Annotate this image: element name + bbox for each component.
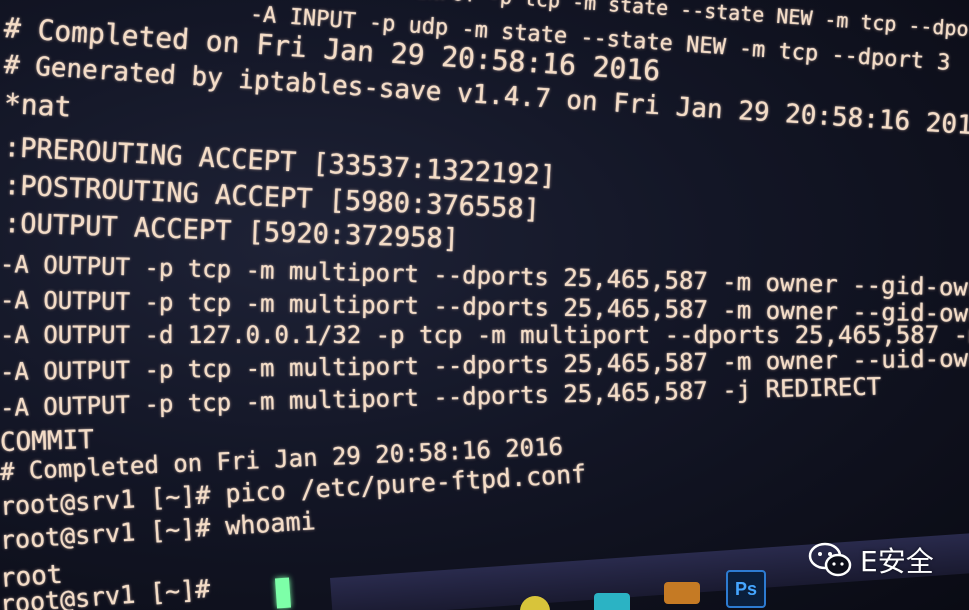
photoshop-label: Ps <box>734 578 758 599</box>
terminal-line: -A OUTPUT -d 127.0.0.1/32 -p tcp -m mult… <box>0 321 969 349</box>
photoshop-icon[interactable]: Ps <box>726 570 766 608</box>
terminal-cursor[interactable] <box>274 577 292 609</box>
photo-frame: -A INPUT -p tcp -m state --state NEW -m … <box>0 0 969 610</box>
watermark-text: E安全 <box>860 545 934 578</box>
chat-icon[interactable] <box>594 593 630 610</box>
terminal-line: COMMIT <box>0 425 95 458</box>
filezilla-icon[interactable] <box>664 582 700 604</box>
terminal-screen[interactable]: -A INPUT -p tcp -m state --state NEW -m … <box>0 0 969 610</box>
wechat-icon <box>808 542 852 577</box>
watermark: E安全 <box>808 540 934 580</box>
terminal-line: *nat <box>3 87 73 124</box>
